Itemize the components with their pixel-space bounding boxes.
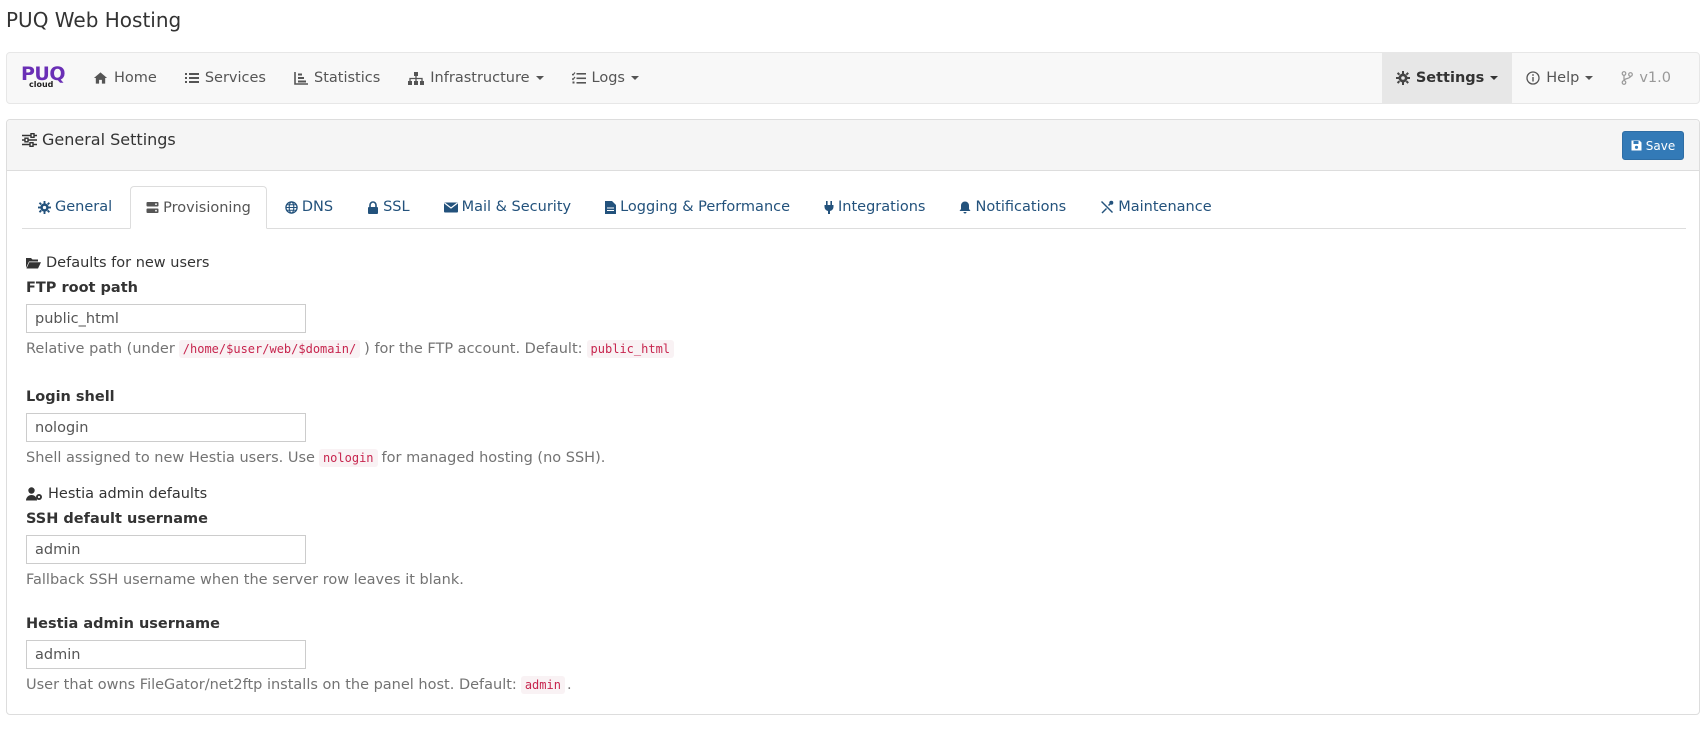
section-admin-title: Hestia admin defaults: [48, 486, 208, 502]
bar-chart-icon: [294, 71, 308, 85]
tab-notifications-label: Notifications: [975, 199, 1067, 215]
tab-integrations-label: Integrations: [838, 199, 926, 215]
tab-notifications[interactable]: Notifications: [943, 186, 1082, 228]
server-icon: [146, 202, 159, 213]
home-icon: [93, 72, 108, 84]
info-circle-icon: [1526, 71, 1540, 85]
save-button[interactable]: Save: [1622, 131, 1684, 160]
chevron-down-icon: [1490, 76, 1499, 80]
login-shell-help-code: nologin: [318, 449, 378, 467]
panel-title-text: General Settings: [42, 130, 176, 149]
nav-version-label: v1.0: [1639, 70, 1671, 86]
ftp-root-label: FTP root path: [26, 280, 138, 296]
nav-logs[interactable]: Logs: [558, 53, 653, 103]
list-check-icon: [571, 72, 586, 84]
nav-settings-label: Settings: [1415, 70, 1485, 86]
ssh-username-help: Fallback SSH username when the server ro…: [26, 572, 464, 588]
tab-dns-label: DNS: [301, 199, 334, 215]
file-lines-icon: [605, 200, 617, 214]
nav-infrastructure[interactable]: Infrastructure: [394, 53, 557, 103]
login-shell-label: Login shell: [26, 389, 115, 405]
nav-version[interactable]: v1.0: [1607, 53, 1699, 103]
provisioning-form: Defaults for new users FTP root path Rel…: [26, 253, 1676, 695]
gear-icon: [1395, 71, 1410, 85]
tab-integrations[interactable]: Integrations: [808, 186, 941, 228]
login-shell-help-text: Shell assigned to new Hestia users. Use: [26, 450, 315, 466]
folder-open-icon: [26, 258, 41, 269]
brand-logo: PUQ cloud: [21, 63, 69, 91]
ftp-root-help-default: public_html: [586, 340, 675, 358]
tab-ssl-label: SSL: [383, 199, 410, 215]
hestia-admin-label: Hestia admin username: [26, 616, 220, 632]
nav-settings[interactable]: Settings: [1381, 53, 1513, 103]
tab-general[interactable]: General: [22, 186, 128, 228]
section-defaults-title: Defaults for new users: [46, 255, 210, 271]
tab-maintenance-label: Maintenance: [1118, 199, 1212, 215]
gear-icon: [38, 200, 51, 214]
ftp-root-help-text: Relative path (under: [26, 341, 175, 357]
tab-mail-security[interactable]: Mail & Security: [428, 186, 588, 228]
floppy-disk-icon: [1631, 140, 1642, 151]
envelope-icon: [443, 202, 458, 212]
hestia-admin-help-text: User that owns FileGator/net2ftp install…: [26, 677, 517, 693]
tab-ssl[interactable]: SSL: [351, 186, 426, 228]
user-gear-icon: [26, 487, 42, 501]
hestia-admin-help-after: .: [566, 677, 572, 693]
lock-icon: [368, 200, 379, 214]
section-defaults-heading: Defaults for new users: [26, 253, 1676, 273]
chevron-down-icon: [1585, 76, 1594, 80]
tab-maintenance[interactable]: Maintenance: [1084, 186, 1227, 228]
ftp-root-input[interactable]: [26, 304, 306, 333]
ftp-root-help-middle: ) for the FTP account. Default:: [364, 341, 583, 357]
hestia-admin-help-code: admin: [520, 676, 565, 694]
nav-help[interactable]: Help: [1512, 53, 1607, 103]
nav-statistics[interactable]: Statistics: [280, 53, 394, 103]
bell-icon: [959, 201, 971, 213]
tools-icon: [1101, 200, 1114, 214]
section-admin-heading: Hestia admin defaults: [26, 484, 1676, 504]
chevron-down-icon: [535, 76, 544, 80]
app-title: PUQ Web Hosting: [6, 8, 182, 32]
code-branch-icon: [1621, 71, 1634, 85]
nav-logs-label: Logs: [591, 70, 625, 86]
tab-provisioning-label: Provisioning: [163, 199, 251, 216]
tab-dns[interactable]: DNS: [269, 186, 349, 228]
nav-statistics-label: Statistics: [313, 70, 381, 86]
plug-icon: [824, 200, 834, 214]
nav-services[interactable]: Services: [171, 53, 280, 103]
sitemap-icon: [408, 71, 425, 85]
panel-heading: General Settings Save: [7, 120, 1699, 171]
top-navbar: PUQ cloud Home Services Statistics Infra…: [6, 52, 1700, 104]
settings-tabs: General Provisioning DNS SSL Mail & Secu…: [22, 186, 1686, 229]
ftp-root-help: Relative path (under /home/$user/web/$do…: [26, 339, 1676, 359]
hestia-admin-help: User that owns FileGator/net2ftp install…: [26, 675, 1676, 695]
brand-logo-sub: cloud: [29, 80, 54, 89]
tab-logging-performance[interactable]: Logging & Performance: [589, 186, 806, 228]
ssh-username-label: SSH default username: [26, 511, 208, 527]
nav-help-label: Help: [1546, 70, 1580, 86]
ftp-root-help-path: /home/$user/web/$domain/: [178, 340, 361, 358]
tab-general-label: General: [55, 199, 113, 215]
nav-home-label: Home: [114, 70, 157, 86]
general-settings-panel: General Settings Save General Provisioni…: [6, 119, 1700, 715]
login-shell-help: Shell assigned to new Hestia users. Use …: [26, 448, 1676, 468]
tab-logging-performance-label: Logging & Performance: [620, 199, 791, 215]
login-shell-help-after: for managed hosting (no SSH).: [381, 450, 606, 466]
brand-logo-link[interactable]: PUQ cloud: [7, 53, 79, 103]
login-shell-input[interactable]: [26, 413, 306, 442]
nav-infrastructure-label: Infrastructure: [430, 70, 530, 86]
list-icon: [184, 73, 199, 83]
nav-services-label: Services: [204, 70, 266, 86]
panel-title: General Settings: [22, 130, 176, 149]
save-button-label: Save: [1645, 138, 1676, 153]
chevron-down-icon: [630, 76, 639, 80]
globe-icon: [285, 200, 298, 214]
hestia-admin-input[interactable]: [26, 640, 306, 669]
tab-provisioning[interactable]: Provisioning: [130, 186, 267, 229]
nav-home[interactable]: Home: [79, 53, 171, 103]
tab-mail-security-label: Mail & Security: [461, 199, 572, 215]
sliders-icon: [22, 132, 37, 147]
ssh-username-input[interactable]: [26, 535, 306, 564]
